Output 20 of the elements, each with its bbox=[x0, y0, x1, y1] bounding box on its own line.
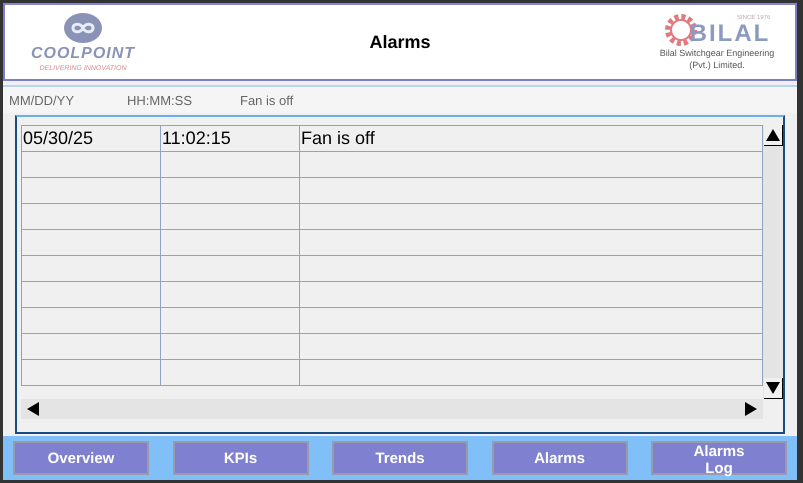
brand-name: BILAL bbox=[690, 22, 770, 46]
column-header: Fan is off bbox=[240, 92, 294, 108]
company-suffix: (Pvt.) Limited. bbox=[689, 59, 745, 71]
scroll-down-icon[interactable] bbox=[764, 378, 782, 399]
nav-button[interactable]: Alarms Log bbox=[651, 441, 787, 475]
nav-button[interactable]: Overview bbox=[13, 441, 149, 475]
table-cell: 05/30/25 bbox=[21, 126, 161, 151]
brand-name: COOLPOINT bbox=[30, 44, 136, 64]
company-name: Bilal Switchgear Engineering bbox=[660, 47, 774, 59]
nav-button[interactable]: Alarms bbox=[492, 441, 628, 475]
nav-button[interactable]: KPIs bbox=[172, 441, 308, 475]
scroll-up-icon[interactable] bbox=[764, 125, 782, 146]
infinity-logo-icon bbox=[63, 12, 103, 44]
vertical-scrollbar[interactable] bbox=[763, 125, 783, 399]
column-header: MM/DD/YY bbox=[9, 92, 75, 108]
column-header: HH:MM:SS bbox=[127, 92, 193, 108]
table-cell: 11:02:15 bbox=[161, 126, 300, 151]
nav-button[interactable]: Trends bbox=[332, 441, 468, 475]
horizontal-scrollbar[interactable] bbox=[21, 399, 763, 419]
page-title: Alarms bbox=[369, 32, 431, 52]
